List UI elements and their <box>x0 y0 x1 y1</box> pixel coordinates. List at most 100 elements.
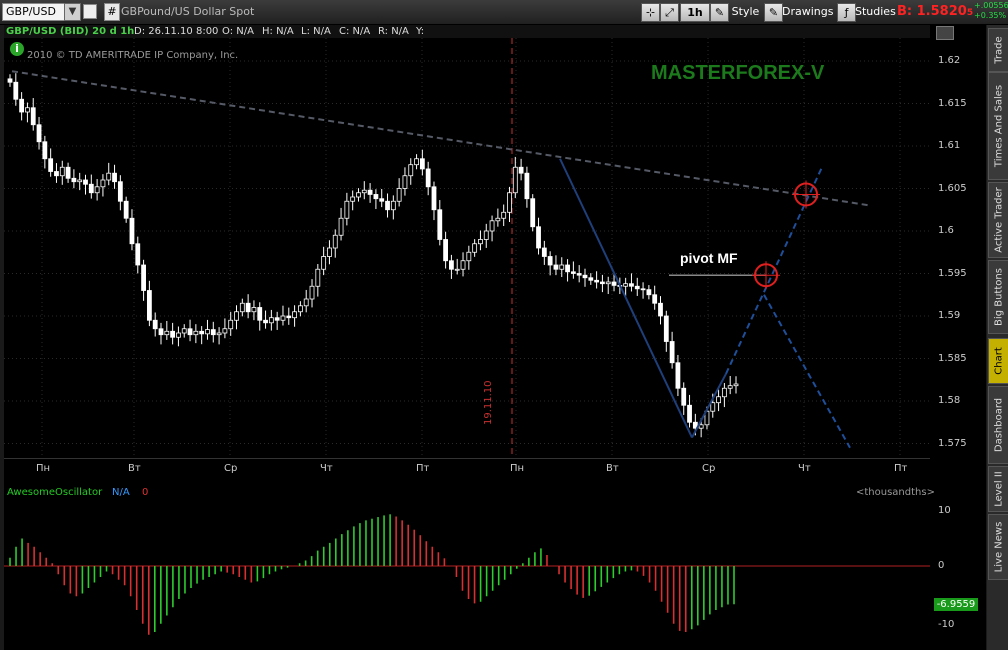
candle <box>36 124 42 143</box>
bid-suffix: 5 <box>966 8 974 18</box>
candle <box>257 307 263 321</box>
time-axis <box>4 458 930 485</box>
candle <box>54 171 59 177</box>
candle <box>30 107 36 126</box>
side-tab-label: Level II <box>993 471 1004 507</box>
candle <box>59 166 65 177</box>
candle <box>681 387 687 406</box>
copyright-text: 2010 © TD AMERITRADE IP Company, Inc. <box>27 50 239 61</box>
oscillator-svg[interactable] <box>4 500 930 650</box>
candle <box>565 264 570 273</box>
candle <box>251 307 257 313</box>
candle <box>658 302 663 317</box>
side-tab-trade[interactable]: Trade <box>988 28 1008 72</box>
crosshair-icon[interactable]: ⊹ <box>641 3 660 22</box>
low-readout: L: N/A <box>301 26 331 37</box>
side-tab-label: Big Buttons <box>993 268 1004 326</box>
candle <box>239 302 245 313</box>
side-tab-label: Chart <box>993 347 1004 375</box>
symbol-input[interactable]: GBP/USD <box>2 3 65 21</box>
side-tab-dashboard[interactable]: Dashboard <box>988 386 1008 464</box>
pivot-label: pivot MF <box>680 250 738 266</box>
candle <box>48 158 54 172</box>
link-checkbox[interactable] <box>83 4 97 19</box>
price-axis-label: 1.605 <box>938 182 967 194</box>
candle <box>332 234 338 249</box>
projection-line-down <box>763 294 851 449</box>
range-readout: R: N/A <box>378 26 409 37</box>
candle <box>268 317 274 324</box>
price-chart-svg[interactable] <box>4 38 930 458</box>
candle <box>338 217 344 236</box>
side-tab-level-ii[interactable]: Level II <box>988 466 1008 512</box>
side-tab-times-and-sales[interactable]: Times And Sales <box>988 72 1008 180</box>
candle <box>309 285 315 300</box>
chart-settings-icon[interactable] <box>936 26 954 40</box>
candle <box>65 166 71 179</box>
settings-icon[interactable]: ✎ <box>710 3 729 22</box>
candle <box>582 274 588 279</box>
candle <box>280 315 286 321</box>
candle <box>181 328 187 334</box>
high-readout: H: N/A <box>262 26 294 37</box>
candle <box>344 200 350 219</box>
side-tab-label: Trade <box>993 36 1004 64</box>
studies-menu[interactable]: Studies <box>855 3 896 20</box>
candle <box>611 281 617 286</box>
side-tab-big-buttons[interactable]: Big Buttons <box>988 260 1008 334</box>
side-tab-label: Active Trader <box>993 187 1004 253</box>
candle <box>19 98 25 113</box>
candle <box>687 404 692 423</box>
candle <box>199 330 205 335</box>
candle <box>507 192 512 213</box>
candle <box>83 179 88 185</box>
candle <box>663 315 669 342</box>
hash-button[interactable]: # <box>104 3 120 21</box>
candle <box>373 194 379 200</box>
bid-price: B: 1.58205 <box>897 4 973 19</box>
price-axis-label: 1.61 <box>938 140 961 151</box>
candle <box>193 330 199 336</box>
symbol-dropdown-icon[interactable]: ▼ <box>64 3 81 21</box>
side-tab-chart[interactable]: Chart <box>988 338 1008 384</box>
side-tab-label: Live News <box>993 521 1004 573</box>
price-axis-label: 1.58 <box>938 395 961 406</box>
candle <box>652 294 658 304</box>
candle <box>106 172 112 181</box>
candle <box>297 305 303 313</box>
price-axis-label: 1.6 <box>938 225 954 236</box>
candle <box>721 387 727 398</box>
candle <box>419 158 425 170</box>
candle <box>512 166 518 194</box>
candle <box>42 141 48 160</box>
style-menu[interactable]: Style <box>729 3 762 20</box>
price-axis-label: 1.59 <box>938 310 961 321</box>
candle <box>100 179 106 188</box>
drawings-icon[interactable]: ✎ <box>764 3 783 22</box>
candle <box>576 273 582 276</box>
candle <box>129 217 135 245</box>
studies-icon[interactable]: ƒ <box>837 3 856 22</box>
zoom-icon[interactable]: ⤢ <box>660 3 679 22</box>
oscillator-units: <thousandths> <box>856 487 935 498</box>
time-axis-label: Вт <box>606 463 619 474</box>
side-tab-live-news[interactable]: Live News <box>988 514 1008 580</box>
oscillator-zero: 0 <box>142 487 149 498</box>
candle <box>158 328 164 336</box>
side-tab-active-trader[interactable]: Active Trader <box>988 182 1008 258</box>
candle <box>727 385 733 389</box>
interval-button[interactable]: 1h <box>680 3 710 22</box>
candle <box>356 192 361 198</box>
candle <box>640 288 646 291</box>
y-readout: Y: <box>416 26 425 37</box>
drawings-menu[interactable]: Drawings <box>782 3 833 20</box>
time-axis-label: Чт <box>798 463 811 474</box>
candle <box>710 402 716 412</box>
info-icon[interactable]: i <box>10 42 24 56</box>
candle <box>443 239 449 262</box>
candle <box>489 220 495 232</box>
price-axis <box>930 25 986 650</box>
candle <box>478 239 483 245</box>
candle <box>541 247 547 257</box>
change-pct: +0.35% <box>974 11 1007 20</box>
